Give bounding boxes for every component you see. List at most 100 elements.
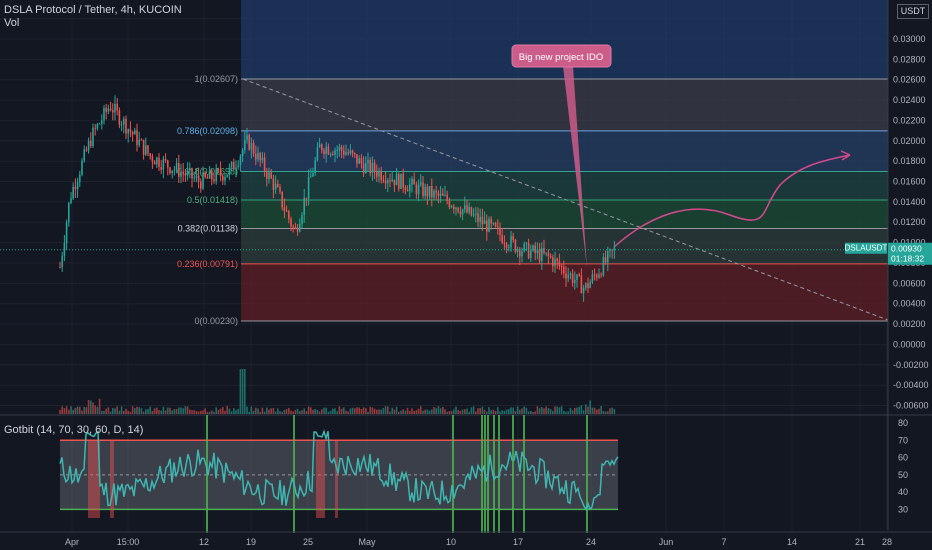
candle-body xyxy=(455,207,457,210)
candle-body xyxy=(398,174,400,189)
candle-body xyxy=(332,153,334,155)
candle-body xyxy=(169,167,171,174)
volume-bar xyxy=(343,407,345,414)
candle-body xyxy=(545,252,547,254)
fib-zone xyxy=(241,130,888,172)
currency-unit-badge[interactable]: USDT xyxy=(897,4,929,19)
volume-bar xyxy=(153,408,156,414)
time-tick-label: Apr xyxy=(65,537,79,547)
candle-body xyxy=(127,129,129,134)
candle-body xyxy=(371,162,374,173)
volume-bar xyxy=(76,406,79,414)
fibonacci-retracement[interactable]: 1(0.02607)0.786(0.02098)0.618(0.01698)0.… xyxy=(0,0,888,412)
volume-label[interactable]: Vol xyxy=(4,17,19,29)
candle-body xyxy=(131,131,134,135)
volume-bar xyxy=(301,410,303,414)
volume-bar xyxy=(116,406,118,414)
symbol-title[interactable]: DSLA Protocol / Tether, 4h, KUCOIN xyxy=(4,4,182,17)
volume-bar xyxy=(129,411,132,414)
volume-bar xyxy=(279,411,281,414)
candle-body xyxy=(409,184,411,192)
volume-bar xyxy=(226,406,228,414)
candle-body xyxy=(406,189,409,192)
volume-bar xyxy=(252,410,255,414)
price-tick-label: -0.00600 xyxy=(893,401,929,411)
volume-bar xyxy=(503,410,506,414)
volume-bar xyxy=(413,410,415,414)
candle-body xyxy=(164,158,167,161)
candle-body xyxy=(202,172,204,189)
candle-body xyxy=(369,159,371,173)
volume-bar xyxy=(200,410,202,414)
volume-bar xyxy=(558,407,561,414)
volume-bar xyxy=(611,407,613,414)
volume-bar xyxy=(332,408,334,414)
volume-bar xyxy=(191,410,193,414)
volume-bar xyxy=(248,411,250,414)
volume-bar xyxy=(303,408,305,414)
volume-bar xyxy=(466,408,468,414)
candle-body xyxy=(490,218,492,224)
candle-body xyxy=(250,142,253,150)
candle-body xyxy=(96,124,99,129)
volume-bar xyxy=(371,407,374,414)
candle-body xyxy=(116,103,118,111)
time-tick-label: May xyxy=(358,537,376,547)
time-axis[interactable]: Apr 15:00 12 19 25 May 10 17 24 Jun 7 14 21 28 xyxy=(0,531,932,547)
volume-bar xyxy=(589,400,591,414)
indicator-tick-label: 30 xyxy=(898,504,908,514)
time-tick-label: 12 xyxy=(199,537,209,547)
volume-bar xyxy=(277,408,279,414)
candle-body xyxy=(387,180,389,184)
indicator-tick-label: 80 xyxy=(898,418,908,428)
candle-body xyxy=(494,222,497,227)
candle-body xyxy=(204,172,206,177)
candle-body xyxy=(602,257,605,276)
volume-bar xyxy=(338,406,341,414)
candle-body xyxy=(255,153,257,160)
candle-body xyxy=(505,243,508,248)
volume-bar xyxy=(446,411,448,414)
candle-body xyxy=(503,242,506,244)
fib-zone xyxy=(241,79,888,131)
volume-bar xyxy=(563,410,565,414)
volume-bar xyxy=(182,408,184,414)
volume-bar xyxy=(376,409,378,414)
candle-body xyxy=(547,252,550,257)
price-tick-label: 0.00600 xyxy=(893,278,926,288)
price-tick-label: 0.01600 xyxy=(893,177,926,187)
volume-bar xyxy=(294,410,297,414)
volume-bar xyxy=(367,411,369,414)
candle-body xyxy=(367,159,369,164)
indicator-label[interactable]: Gotbit (14, 70, 30, 60, D, 14) xyxy=(4,424,143,436)
candle-body xyxy=(486,220,488,232)
candle-body xyxy=(389,180,391,182)
volume-bar xyxy=(134,408,136,414)
candle-body xyxy=(175,162,178,170)
candle-body xyxy=(380,170,382,180)
candle-body xyxy=(299,223,301,232)
volume-bar xyxy=(147,408,149,414)
volume-bar xyxy=(545,406,547,414)
candle-body xyxy=(378,170,380,177)
candle-body xyxy=(334,150,336,155)
volume-bar xyxy=(202,410,204,414)
volume-bar xyxy=(475,411,477,414)
candle-body xyxy=(613,247,616,251)
candle-body xyxy=(277,183,279,188)
volume-bar xyxy=(587,406,589,414)
volume-bar xyxy=(281,411,283,414)
volume-bar xyxy=(79,406,81,414)
volume-bar xyxy=(125,408,127,414)
candle-body xyxy=(274,183,277,190)
volume-bar xyxy=(481,406,484,414)
candle-body xyxy=(543,248,545,254)
volume-bar xyxy=(578,406,580,414)
volume-bar xyxy=(296,408,299,414)
volume-bar xyxy=(310,407,312,414)
volume-bar xyxy=(105,408,107,414)
volume-bar xyxy=(72,409,74,414)
volume-bar xyxy=(391,407,393,414)
volume-bar xyxy=(552,410,554,414)
volume-bar xyxy=(556,406,558,414)
